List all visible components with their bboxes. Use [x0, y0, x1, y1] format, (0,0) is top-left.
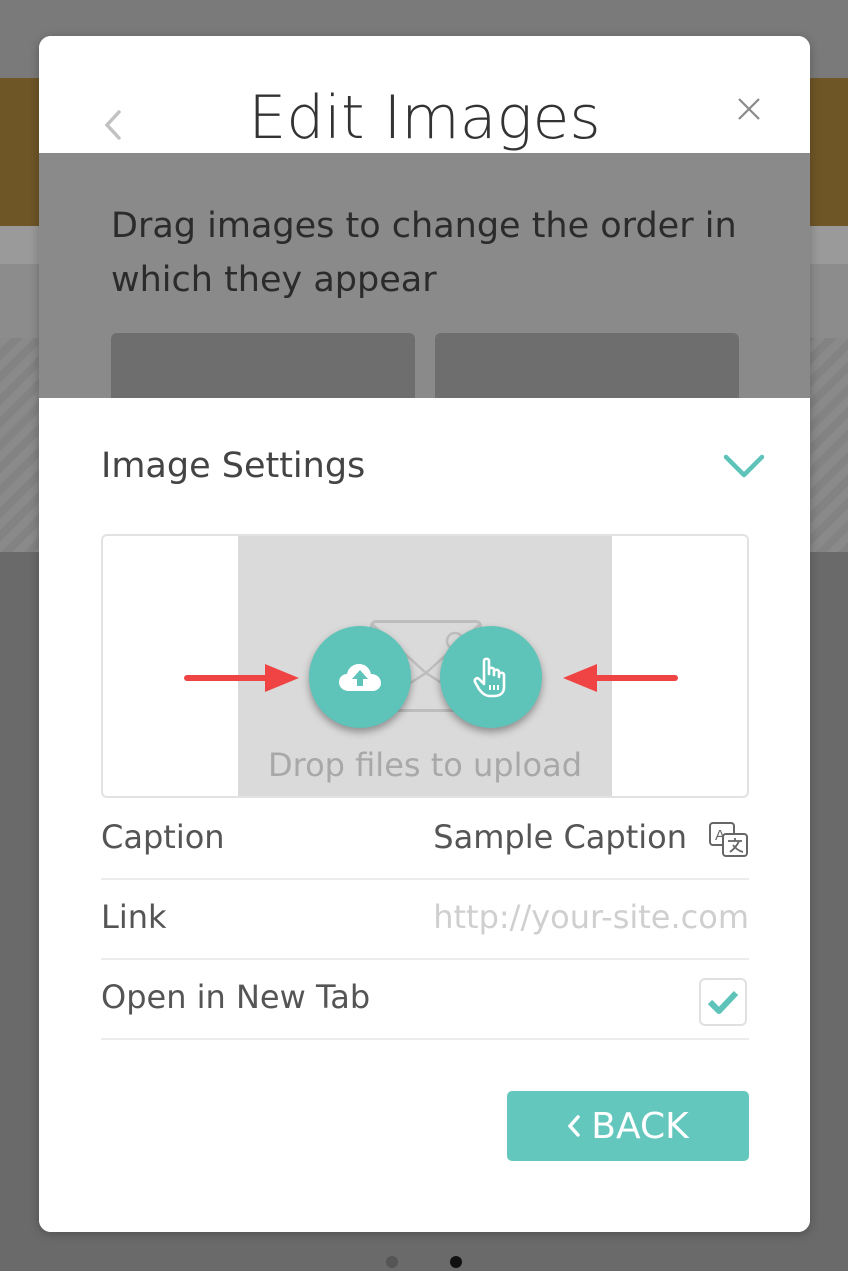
hand-pointer-icon	[473, 657, 506, 698]
modal-header: Edit Images	[39, 36, 810, 154]
caption-row: Caption Sample Caption A	[101, 800, 749, 880]
upload-button[interactable]	[309, 626, 411, 728]
image-dropzone[interactable]: Drop files to upload	[101, 534, 749, 798]
carousel-pagination	[0, 1256, 848, 1270]
back-button-label: BACK	[591, 1105, 689, 1147]
gallery-instruction: Drag images to change the order in which…	[111, 206, 737, 300]
checkmark-icon	[707, 990, 739, 1014]
modal-title: Edit Images	[248, 83, 601, 153]
image-gallery: Drag images to change the order in which…	[39, 153, 810, 413]
chevron-left-icon	[567, 1115, 581, 1137]
new-tab-label: Open in New Tab	[101, 978, 371, 1016]
back-button[interactable]: BACK	[507, 1091, 749, 1161]
caption-label: Caption	[101, 818, 225, 856]
caption-value[interactable]: Sample Caption	[433, 818, 687, 856]
cloud-upload-icon	[339, 664, 381, 691]
arrow-left-icon	[563, 664, 678, 692]
close-icon[interactable]	[736, 96, 762, 122]
select-image-button[interactable]	[440, 626, 542, 728]
new-tab-row: Open in New Tab	[101, 960, 749, 1040]
settings-title: Image Settings	[101, 446, 366, 486]
edit-images-modal: Edit Images Drag images to change the or…	[39, 36, 810, 1232]
pagination-dot[interactable]	[386, 1256, 398, 1268]
link-label: Link	[101, 898, 167, 936]
chevron-down-icon[interactable]	[722, 452, 766, 480]
pagination-dot-active[interactable]	[450, 1256, 462, 1268]
image-settings-panel: Image Settings Drop files to upload Capt…	[39, 398, 810, 1232]
link-row: Link	[101, 880, 749, 960]
translate-icon[interactable]: A	[709, 822, 749, 858]
arrow-right-icon	[184, 664, 299, 692]
drop-files-text: Drop files to upload	[267, 746, 582, 784]
link-input[interactable]	[409, 890, 749, 944]
new-tab-checkbox[interactable]	[699, 978, 747, 1026]
